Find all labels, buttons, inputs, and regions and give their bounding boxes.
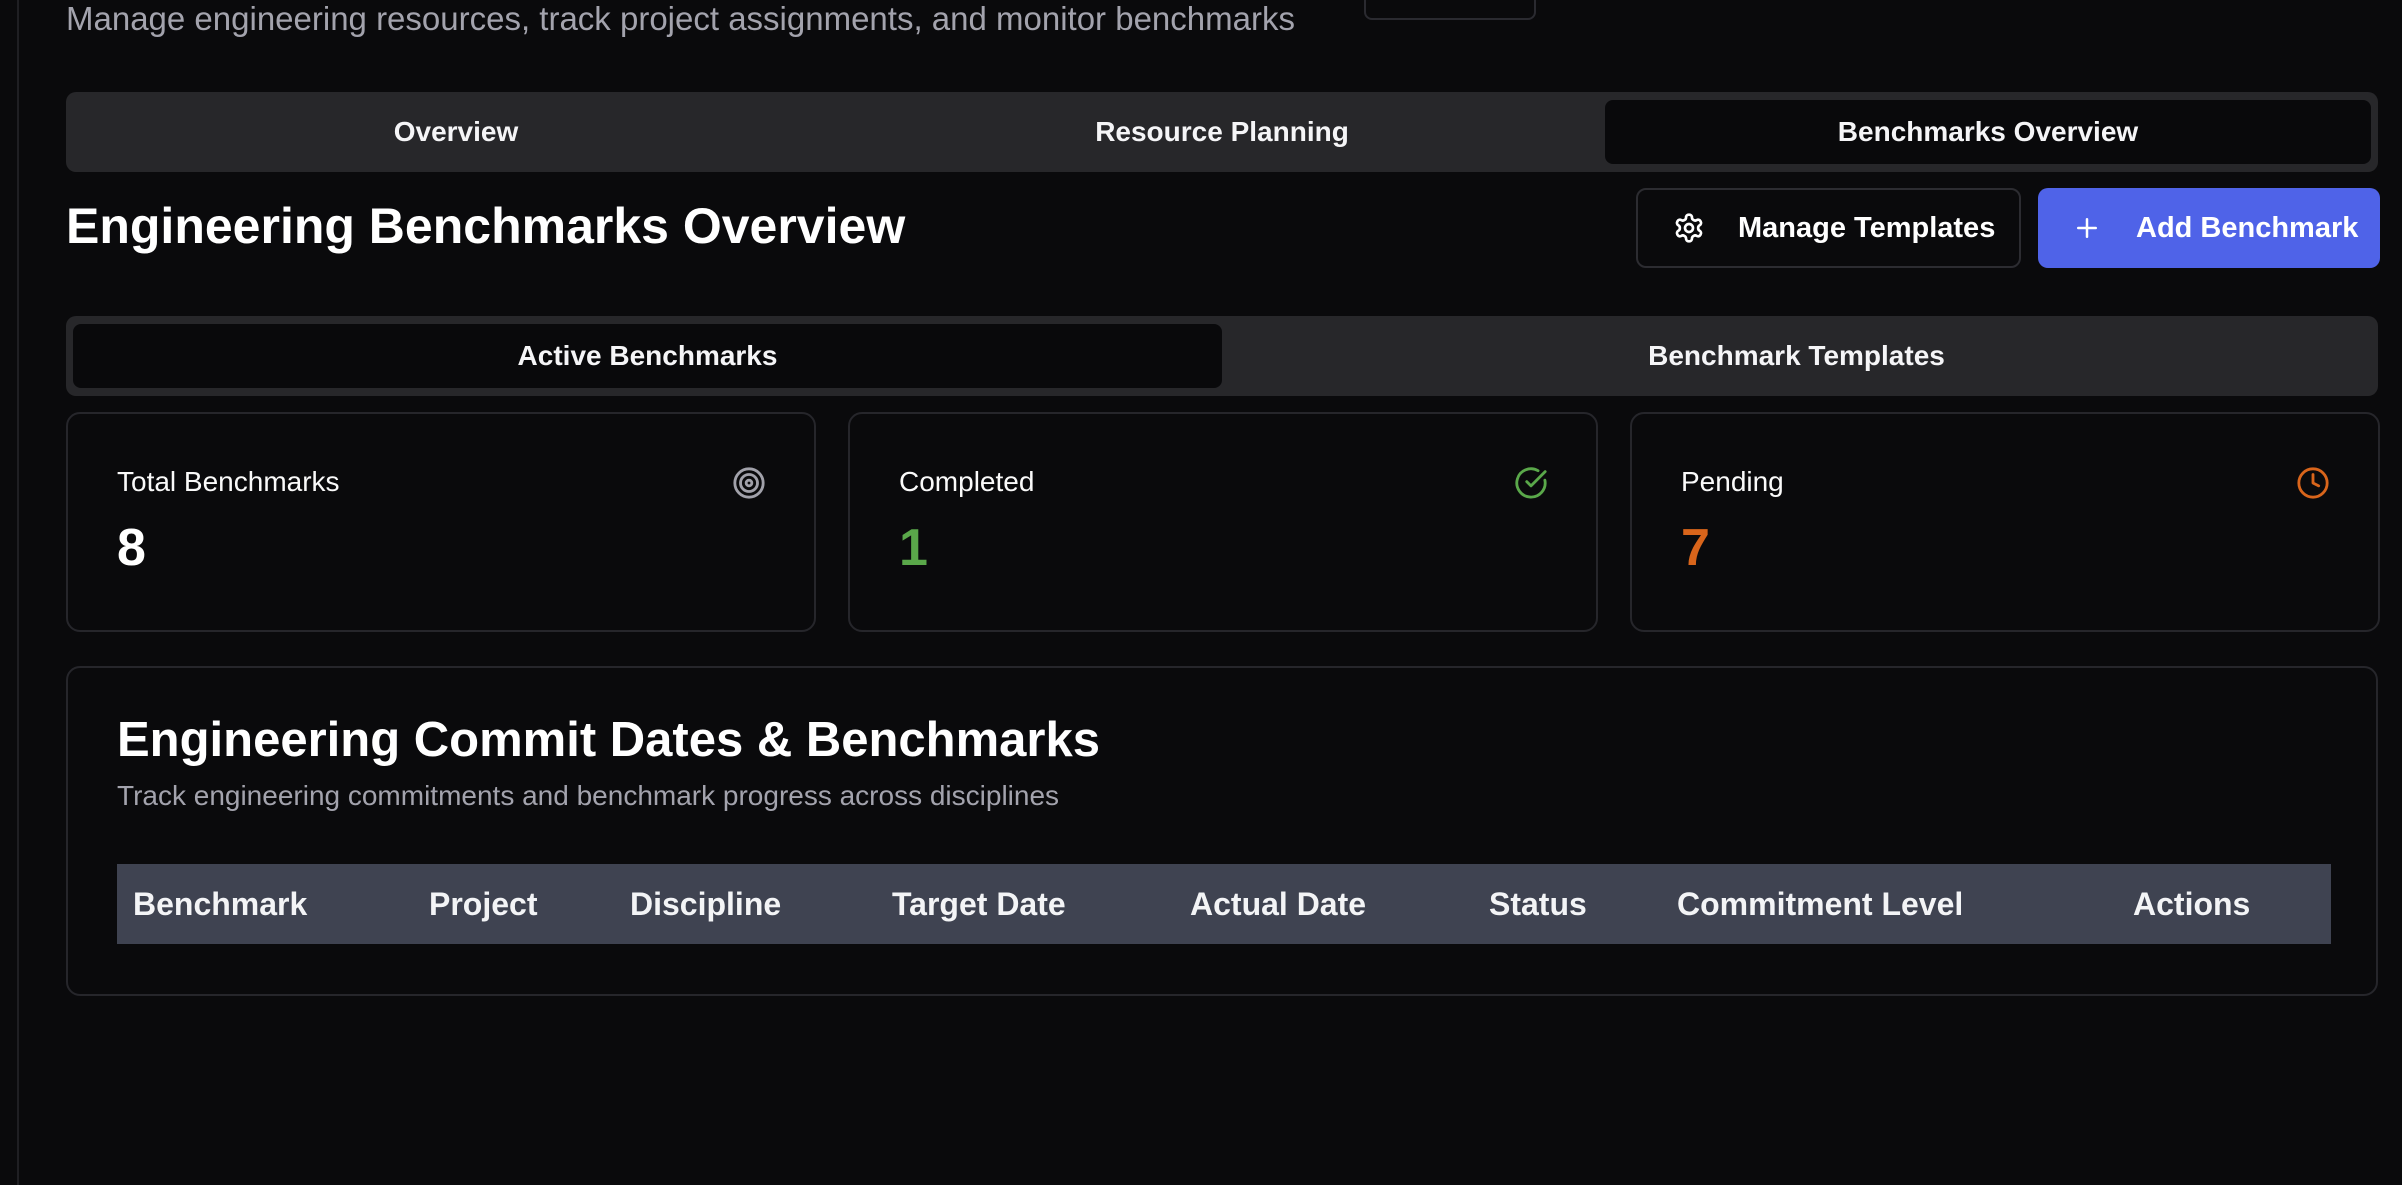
table-header: Benchmark Project Discipline Target Date… [117,864,2331,944]
add-benchmark-label: Add Benchmark [2136,211,2359,244]
manage-templates-button[interactable]: Manage Templates [1636,188,2021,268]
stat-card-total: Total Benchmarks 8 [66,412,816,632]
column-header-project[interactable]: Project [429,864,537,944]
column-header-status[interactable]: Status [1489,864,1587,944]
stat-total-label: Total Benchmarks [117,466,340,497]
column-header-target-date[interactable]: Target Date [892,864,1066,944]
stat-card-completed: Completed 1 [848,412,1598,632]
tab-benchmarks-overview[interactable]: Benchmarks Overview [1605,100,2371,164]
column-header-actual-date[interactable]: Actual Date [1190,864,1366,944]
commit-dates-panel: Engineering Commit Dates & Benchmarks Tr… [66,666,2378,996]
benchmark-tab-bar: Active Benchmarks Benchmark Templates [66,316,2378,396]
tab-resource-planning[interactable]: Resource Planning [839,100,1605,164]
column-header-benchmark[interactable]: Benchmark [133,864,307,944]
panel-title: Engineering Commit Dates & Benchmarks [117,713,1100,767]
column-header-actions[interactable]: Actions [2133,864,2250,944]
target-icon [733,467,765,499]
stat-completed-label: Completed [899,466,1035,497]
header-button-stub[interactable] [1364,0,1536,20]
stat-completed-value: 1 [899,519,928,577]
stat-pending-value: 7 [1681,519,1710,577]
stat-total-value: 8 [117,519,146,577]
tab-active-benchmarks[interactable]: Active Benchmarks [73,324,1222,388]
manage-templates-label: Manage Templates [1738,211,1996,244]
page-subtitle: Manage engineering resources, track proj… [66,0,1295,37]
column-header-commitment-level[interactable]: Commitment Level [1677,864,1963,944]
add-benchmark-button[interactable]: Add Benchmark [2038,188,2380,268]
stat-card-pending: Pending 7 [1630,412,2380,632]
panel-subtitle: Track engineering commitments and benchm… [117,780,1060,811]
stat-pending-label: Pending [1681,466,1784,497]
gear-icon [1672,211,1706,245]
left-rail [0,0,19,1185]
check-circle-icon [1515,467,1547,499]
clock-icon [2297,467,2329,499]
main-tab-bar: Overview Resource Planning Benchmarks Ov… [66,92,2378,172]
plus-icon [2070,211,2104,245]
tab-overview[interactable]: Overview [73,100,839,164]
tab-benchmark-templates[interactable]: Benchmark Templates [1222,324,2371,388]
page-title: Engineering Benchmarks Overview [66,198,906,254]
column-header-discipline[interactable]: Discipline [630,864,781,944]
